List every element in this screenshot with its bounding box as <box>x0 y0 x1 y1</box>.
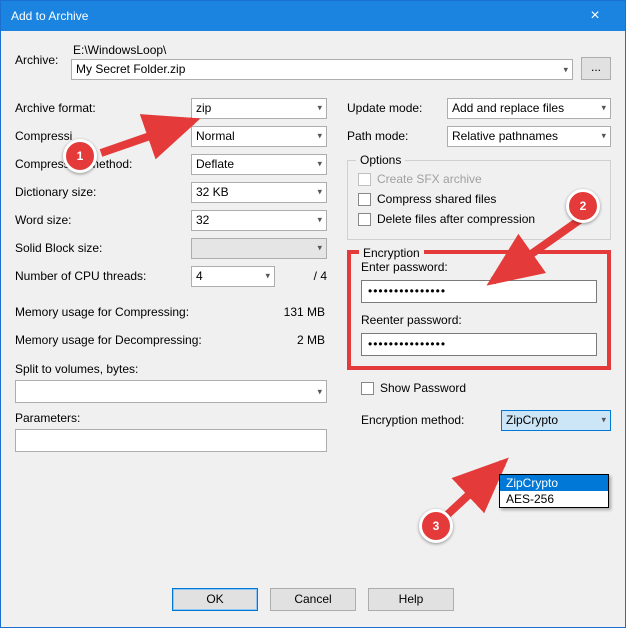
checkbox-icon <box>358 193 371 206</box>
path-mode-combo[interactable]: Relative pathnames ▾ <box>447 126 611 147</box>
annotation-callout-1: 1 <box>63 139 97 173</box>
dialog-body: Archive: E:\WindowsLoop\ My Secret Folde… <box>1 31 625 627</box>
mem-decompress-label: Memory usage for Decompressing: <box>15 333 245 347</box>
update-mode-label: Update mode: <box>347 101 447 115</box>
archive-row: Archive: E:\WindowsLoop\ My Secret Folde… <box>15 43 611 80</box>
delete-after-checkbox[interactable]: Delete files after compression <box>358 209 600 229</box>
compression-level-value: Normal <box>196 129 235 143</box>
ok-label: OK <box>206 592 223 606</box>
cpu-threads-total: / 4 <box>283 269 327 283</box>
sfx-label: Create SFX archive <box>377 172 482 186</box>
compress-shared-checkbox[interactable]: Compress shared files <box>358 189 600 209</box>
enter-password-label: Enter password: <box>361 260 597 274</box>
chevron-down-icon: ▾ <box>317 131 322 142</box>
parameters-label: Parameters: <box>15 411 327 425</box>
browse-button[interactable]: ... <box>581 57 611 80</box>
sfx-checkbox: Create SFX archive <box>358 169 600 189</box>
solid-block-label: Solid Block size: <box>15 241 191 255</box>
chevron-down-icon: ▾ <box>265 271 270 282</box>
update-mode-combo[interactable]: Add and replace files ▾ <box>447 98 611 119</box>
checkbox-icon <box>361 382 374 395</box>
dictionary-size-value: 32 KB <box>196 185 229 199</box>
add-to-archive-window: Add to Archive × Archive: E:\WindowsLoop… <box>0 0 626 628</box>
encryption-method-value: ZipCrypto <box>506 413 558 427</box>
mem-decompress-value: 2 MB <box>245 333 327 347</box>
encryption-option-zipcrypto[interactable]: ZipCrypto <box>500 475 608 491</box>
encryption-method-label: Encryption method: <box>361 413 501 427</box>
compression-method-label: Compression method: <box>15 157 191 171</box>
split-volumes-combo[interactable]: ▾ <box>15 380 327 403</box>
cancel-label: Cancel <box>294 592 331 606</box>
dictionary-size-label: Dictionary size: <box>15 185 191 199</box>
path-mode-label: Path mode: <box>347 129 447 143</box>
word-size-value: 32 <box>196 213 209 227</box>
compress-shared-label: Compress shared files <box>377 192 496 206</box>
titlebar: Add to Archive × <box>1 1 625 31</box>
compression-level-label: Compressi <box>15 129 191 143</box>
ok-button[interactable]: OK <box>172 588 258 611</box>
compression-level-combo[interactable]: Normal ▾ <box>191 126 327 147</box>
cpu-threads-value: 4 <box>196 269 203 283</box>
path-mode-value: Relative pathnames <box>452 129 558 143</box>
chevron-down-icon: ▾ <box>317 243 322 254</box>
chevron-down-icon: ▾ <box>317 386 322 397</box>
solid-block-combo: ▾ <box>191 238 327 259</box>
chevron-down-icon: ▾ <box>317 103 322 114</box>
enter-password-input[interactable]: ••••••••••••••• <box>361 280 597 303</box>
help-label: Help <box>399 592 424 606</box>
word-size-combo[interactable]: 32 ▾ <box>191 210 327 231</box>
archive-format-combo[interactable]: zip ▾ <box>191 98 327 119</box>
chevron-down-icon: ▾ <box>601 103 606 114</box>
mem-compress-label: Memory usage for Compressing: <box>15 305 245 319</box>
checkbox-icon <box>358 173 371 186</box>
encryption-legend: Encryption <box>359 246 424 260</box>
right-column: Update mode: Add and replace files ▾ Pat… <box>347 94 611 452</box>
enter-password-value: ••••••••••••••• <box>368 284 446 298</box>
browse-label: ... <box>591 60 601 74</box>
options-legend: Options <box>356 153 405 167</box>
left-column: Archive format: zip ▾ Compressi Normal ▾… <box>15 94 327 452</box>
compression-method-combo[interactable]: Deflate ▾ <box>191 154 327 175</box>
word-size-label: Word size: <box>15 213 191 227</box>
parameters-input[interactable] <box>15 429 327 452</box>
mem-compress-value: 131 MB <box>245 305 327 319</box>
help-button[interactable]: Help <box>368 588 454 611</box>
cpu-threads-combo[interactable]: 4 ▾ <box>191 266 275 287</box>
chevron-down-icon: ▾ <box>563 64 568 75</box>
delete-after-label: Delete files after compression <box>377 212 535 226</box>
chevron-down-icon: ▾ <box>601 131 606 142</box>
chevron-down-icon: ▾ <box>317 159 322 170</box>
split-volumes-label: Split to volumes, bytes: <box>15 362 327 376</box>
show-password-label: Show Password <box>380 381 466 395</box>
archive-filename-value: My Secret Folder.zip <box>76 62 185 76</box>
checkbox-icon <box>358 213 371 226</box>
chevron-down-icon: ▾ <box>317 187 322 198</box>
annotation-callout-3: 3 <box>419 509 453 543</box>
dictionary-size-combo[interactable]: 32 KB ▾ <box>191 182 327 203</box>
annotation-callout-2: 2 <box>566 189 600 223</box>
reenter-password-value: ••••••••••••••• <box>368 337 446 351</box>
cpu-threads-label: Number of CPU threads: <box>15 269 191 283</box>
close-icon[interactable]: × <box>575 1 615 31</box>
chevron-down-icon: ▾ <box>601 415 606 426</box>
dialog-buttons: OK Cancel Help <box>1 588 625 611</box>
archive-label: Archive: <box>15 43 71 67</box>
encryption-method-combo[interactable]: ZipCrypto ▾ <box>501 410 611 431</box>
chevron-down-icon: ▾ <box>317 215 322 226</box>
cancel-button[interactable]: Cancel <box>270 588 356 611</box>
encryption-group: Encryption Enter password: •••••••••••••… <box>347 250 611 370</box>
archive-format-label: Archive format: <box>15 101 191 115</box>
archive-dir: E:\WindowsLoop\ <box>71 43 573 59</box>
update-mode-value: Add and replace files <box>452 101 564 115</box>
reenter-password-label: Reenter password: <box>361 313 597 327</box>
archive-filename-combo[interactable]: My Secret Folder.zip ▾ <box>71 59 573 80</box>
encryption-option-aes256[interactable]: AES-256 <box>500 491 608 507</box>
encryption-method-dropdown[interactable]: ZipCrypto AES-256 <box>499 474 609 508</box>
compression-method-value: Deflate <box>196 157 234 171</box>
reenter-password-input[interactable]: ••••••••••••••• <box>361 333 597 356</box>
archive-format-value: zip <box>196 101 211 115</box>
show-password-checkbox[interactable]: Show Password <box>361 378 611 398</box>
window-title: Add to Archive <box>11 9 88 23</box>
